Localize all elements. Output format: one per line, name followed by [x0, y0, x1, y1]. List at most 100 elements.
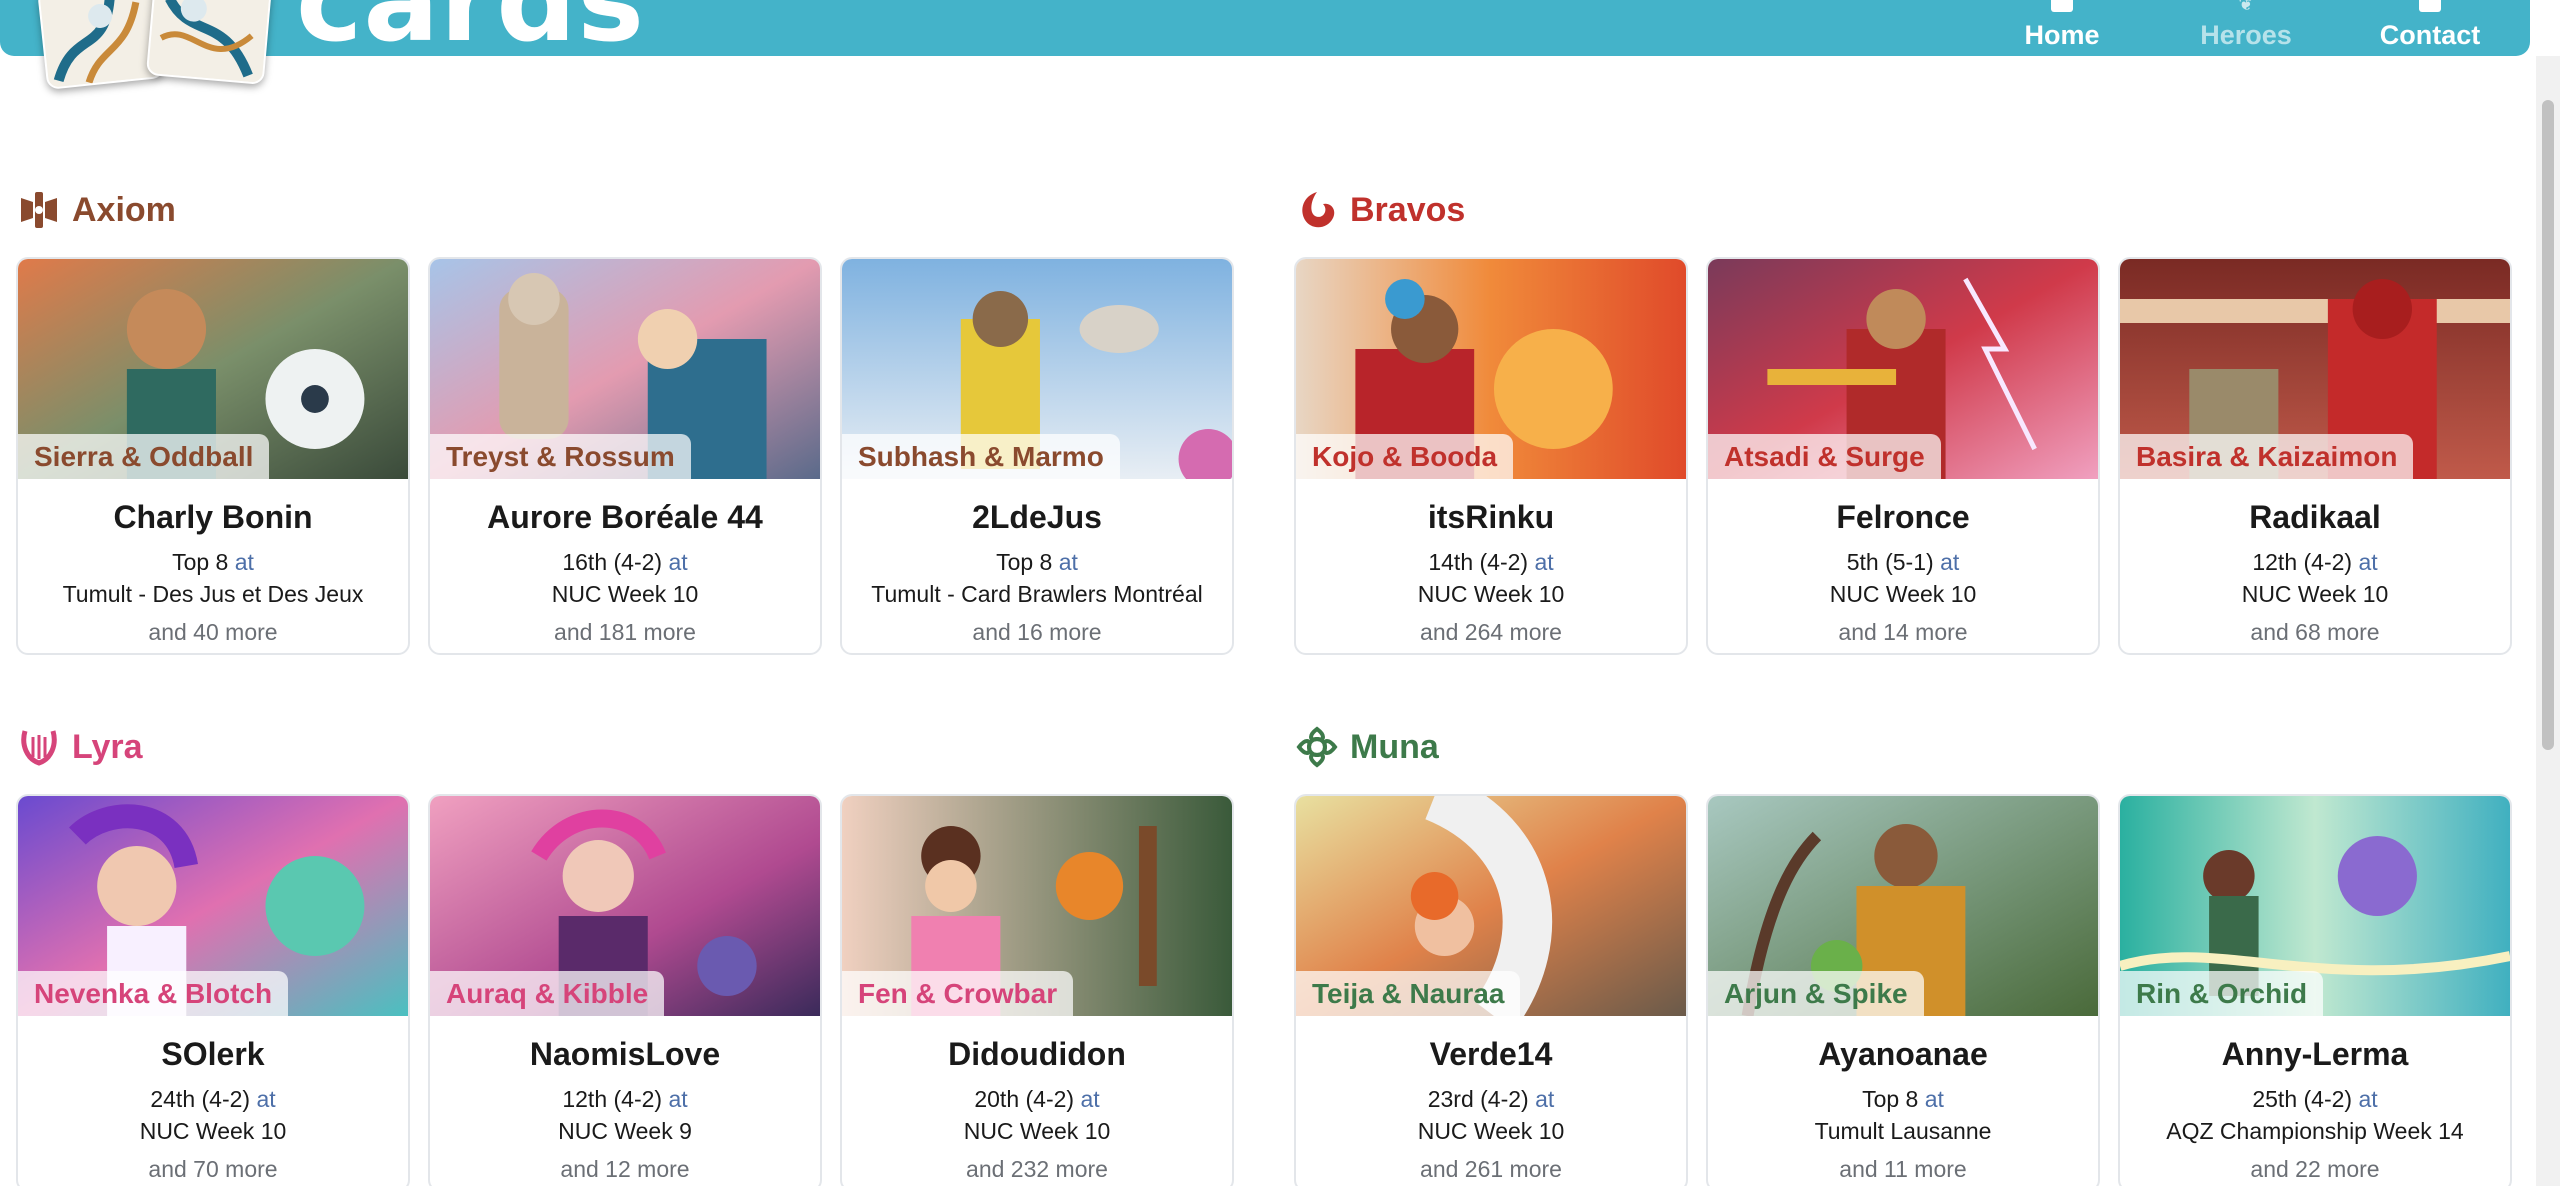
more-count[interactable]: and 40 more: [18, 619, 408, 646]
hero-name: Arjun & Spike: [1708, 971, 1924, 1017]
section-title: Bravos: [1294, 185, 2534, 235]
brand-wordmark[interactable]: cards: [296, 0, 645, 58]
at-label: at: [1924, 1086, 1944, 1112]
event-name[interactable]: NUC Week 9: [430, 1118, 820, 1145]
player-name[interactable]: Felronce: [1708, 499, 2098, 536]
player-name[interactable]: itsRinku: [1296, 499, 1686, 536]
player-name[interactable]: Anny-Lerma: [2120, 1036, 2510, 1073]
more-count[interactable]: and 22 more: [2120, 1156, 2510, 1183]
result-line: 12th (4-2) at: [2120, 549, 2510, 576]
deck-card[interactable]: Treyst & Rossum Aurore Boréale 44 16th (…: [428, 257, 822, 655]
event-name[interactable]: NUC Week 10: [842, 1118, 1232, 1145]
more-count[interactable]: and 14 more: [1708, 619, 2098, 646]
player-name[interactable]: SOlerk: [18, 1036, 408, 1073]
nav-contact-label: Contact: [2379, 20, 2481, 50]
logo-card-left: [37, 0, 165, 90]
deck-card[interactable]: Fen & Crowbar Didoudidon 20th (4-2) at N…: [840, 794, 1234, 1186]
more-count[interactable]: and 232 more: [842, 1156, 1232, 1183]
section-muna: Muna Teija & Nauraa Verde14 23rd (4-2) a…: [1294, 722, 2534, 1186]
more-count[interactable]: and 70 more: [18, 1156, 408, 1183]
player-name[interactable]: Aurore Boréale 44: [430, 499, 820, 536]
placement: Top 8: [996, 549, 1053, 575]
at-label: at: [2358, 549, 2378, 575]
section-lyra: Lyra Nevenka & Blotch SOlerk 24th (4-2) …: [16, 722, 1256, 1186]
nav-contact[interactable]: Contact: [2370, 0, 2490, 56]
event-name[interactable]: NUC Week 10: [18, 1118, 408, 1145]
home-icon: [2051, 0, 2073, 12]
logo-card-right: [145, 0, 273, 85]
deck-card[interactable]: Sierra & Oddball Charly Bonin Top 8 at T…: [16, 257, 410, 655]
more-count[interactable]: and 181 more: [430, 619, 820, 646]
deck-card[interactable]: Subhash & Marmo 2LdeJus Top 8 at Tumult …: [840, 257, 1234, 655]
placement: 16th (4-2): [562, 549, 663, 575]
nav-heroes-label: Heroes: [2200, 20, 2292, 50]
main-nav: Home ❦ Heroes Contact: [2002, 0, 2490, 56]
more-count[interactable]: and 68 more: [2120, 619, 2510, 646]
bravos-icon: [1294, 187, 1340, 233]
more-count[interactable]: and 11 more: [1708, 1156, 2098, 1183]
scrollbar-thumb[interactable]: [2542, 100, 2554, 750]
event-name[interactable]: NUC Week 10: [2120, 581, 2510, 608]
event-name[interactable]: NUC Week 10: [430, 581, 820, 608]
player-name[interactable]: Ayanoanae: [1708, 1036, 2098, 1073]
player-name[interactable]: Didoudidon: [842, 1036, 1232, 1073]
placement: Top 8: [172, 549, 229, 575]
deck-card[interactable]: Auraq & Kibble NaomisLove 12th (4-2) at …: [428, 794, 822, 1186]
more-count[interactable]: and 12 more: [430, 1156, 820, 1183]
result-line: 5th (5-1) at: [1708, 549, 2098, 576]
result-line: 16th (4-2) at: [430, 549, 820, 576]
section-title: Axiom: [16, 185, 1256, 235]
section-title: Muna: [1294, 722, 2534, 772]
placement: 12th (4-2): [562, 1086, 663, 1112]
hero-name: Rin & Orchid: [2120, 971, 2324, 1017]
hero-name: Atsadi & Surge: [1708, 434, 1941, 480]
muna-icon: [1294, 724, 1340, 770]
event-name[interactable]: NUC Week 10: [1296, 581, 1686, 608]
player-name[interactable]: Radikaal: [2120, 499, 2510, 536]
nav-home[interactable]: Home: [2002, 0, 2122, 56]
more-count[interactable]: and 264 more: [1296, 619, 1686, 646]
event-name[interactable]: Tumult - Des Jus et Des Jeux: [18, 581, 408, 608]
deck-card[interactable]: Rin & Orchid Anny-Lerma 25th (4-2) at AQ…: [2118, 794, 2512, 1186]
result-line: 14th (4-2) at: [1296, 549, 1686, 576]
player-name[interactable]: Charly Bonin: [18, 499, 408, 536]
vertical-scrollbar[interactable]: [2536, 56, 2560, 1186]
section-bravos: Bravos Kojo & Booda itsRinku 14th (4-2) …: [1294, 185, 2534, 655]
mail-icon: [2419, 0, 2441, 12]
result-line: 23rd (4-2) at: [1296, 1086, 1686, 1113]
player-name[interactable]: NaomisLove: [430, 1036, 820, 1073]
section-name: Lyra: [72, 727, 143, 766]
placement: 25th (4-2): [2252, 1086, 2353, 1112]
result-line: 24th (4-2) at: [18, 1086, 408, 1113]
deck-card[interactable]: Arjun & Spike Ayanoanae Top 8 at Tumult …: [1706, 794, 2100, 1186]
at-label: at: [1940, 549, 1960, 575]
deck-card[interactable]: Teija & Nauraa Verde14 23rd (4-2) at NUC…: [1294, 794, 1688, 1186]
event-name[interactable]: Tumult - Card Brawlers Montréal: [842, 581, 1232, 608]
nav-heroes[interactable]: ❦ Heroes: [2186, 0, 2306, 56]
nav-home-label: Home: [2024, 20, 2100, 50]
placement: Top 8: [1862, 1086, 1919, 1112]
player-name[interactable]: Verde14: [1296, 1036, 1686, 1073]
more-count[interactable]: and 261 more: [1296, 1156, 1686, 1183]
event-name[interactable]: NUC Week 10: [1296, 1118, 1686, 1145]
more-count[interactable]: and 16 more: [842, 619, 1232, 646]
event-name[interactable]: AQZ Championship Week 14: [2120, 1118, 2510, 1145]
at-label: at: [1534, 549, 1554, 575]
placement: 12th (4-2): [2252, 549, 2353, 575]
event-name[interactable]: Tumult Lausanne: [1708, 1118, 2098, 1145]
at-label: at: [1080, 1086, 1100, 1112]
player-name[interactable]: 2LdeJus: [842, 499, 1232, 536]
section-name: Axiom: [72, 190, 176, 229]
deck-card[interactable]: Atsadi & Surge Felronce 5th (5-1) at NUC…: [1706, 257, 2100, 655]
result-line: Top 8 at: [842, 549, 1232, 576]
placement: 20th (4-2): [974, 1086, 1075, 1112]
hero-name: Treyst & Rossum: [430, 434, 691, 480]
logo[interactable]: [37, 0, 273, 95]
at-label: at: [234, 549, 254, 575]
deck-card[interactable]: Basira & Kaizaimon Radikaal 12th (4-2) a…: [2118, 257, 2512, 655]
deck-card[interactable]: Nevenka & Blotch SOlerk 24th (4-2) at NU…: [16, 794, 410, 1186]
section-name: Muna: [1350, 727, 1439, 766]
deck-card[interactable]: Kojo & Booda itsRinku 14th (4-2) at NUC …: [1294, 257, 1688, 655]
hero-name: Sierra & Oddball: [18, 434, 270, 480]
event-name[interactable]: NUC Week 10: [1708, 581, 2098, 608]
